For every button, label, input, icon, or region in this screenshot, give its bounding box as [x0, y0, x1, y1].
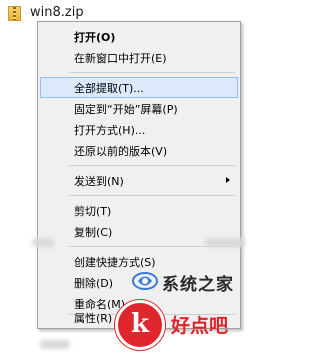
menu-item-label: 打开(O)	[74, 31, 116, 44]
blurred-mark	[32, 238, 54, 247]
menu-item-pin-to-start[interactable]: 固定到“开始”屏幕(P)	[40, 98, 238, 119]
zip-folder-icon	[8, 6, 21, 21]
menu-item-open-with[interactable]: 打开方式(H)...	[40, 119, 238, 140]
menu-item-label: 删除(D)	[74, 277, 114, 290]
menu-item-extract-all[interactable]: 全部提取(T)...	[40, 77, 238, 98]
menu-item-cut[interactable]: 剪切(T)	[40, 200, 238, 221]
menu-item-send-to[interactable]: 发送到(N)	[40, 170, 238, 191]
menu-separator	[69, 165, 235, 166]
menu-item-open[interactable]: 打开(O)	[40, 26, 238, 47]
menu-item-label: 在新窗口中打开(E)	[74, 52, 167, 65]
menu-item-label: 还原以前的版本(V)	[74, 145, 168, 158]
menu-item-label: 复制(C)	[74, 226, 113, 239]
menu-item-label: 打开方式(H)...	[74, 124, 146, 137]
blurred-mark	[205, 238, 245, 247]
watermark-text: 系统之家	[162, 275, 234, 295]
menu-item-restore-previous[interactable]: 还原以前的版本(V)	[40, 140, 238, 161]
menu-item-label: 剪切(T)	[74, 205, 112, 218]
menu-separator	[69, 195, 235, 196]
submenu-arrow-icon	[226, 177, 230, 183]
menu-separator	[69, 72, 235, 73]
watermark-text: 好点吧	[171, 315, 229, 337]
file-name: win8.zip	[30, 5, 84, 20]
menu-item-label: 全部提取(T)...	[74, 82, 144, 95]
watermark-site-2: k 好点吧	[115, 300, 251, 350]
menu-item-label: 固定到“开始”屏幕(P)	[74, 103, 178, 116]
menu-item-open-new-window[interactable]: 在新窗口中打开(E)	[40, 47, 238, 68]
menu-item-label: 属性(R)	[74, 312, 113, 325]
blurred-mark	[40, 340, 70, 349]
site-badge-icon: k	[115, 300, 165, 350]
badge-letter: k	[130, 309, 149, 339]
watermark-site-1: 系统之家	[132, 266, 242, 296]
site-logo-icon	[132, 272, 158, 290]
menu-item-label: 发送到(N)	[74, 175, 124, 188]
